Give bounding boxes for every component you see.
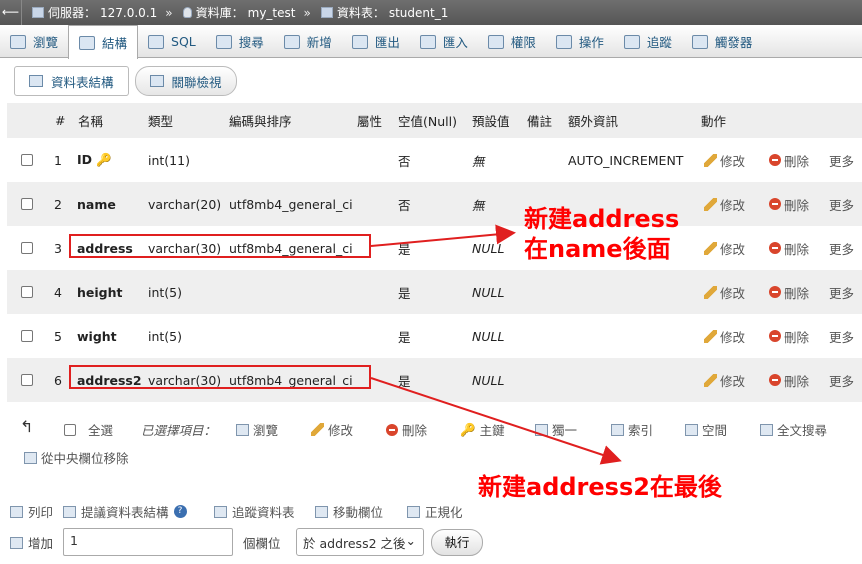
annotation-arrows bbox=[370, 224, 622, 465]
annotation-note-1: 新建address 在name後面 bbox=[524, 205, 680, 263]
arrow-to-note1 bbox=[370, 224, 516, 247]
arrow-to-note2 bbox=[370, 377, 622, 465]
annotation-note-2: 新建address2在最後 bbox=[478, 473, 722, 501]
